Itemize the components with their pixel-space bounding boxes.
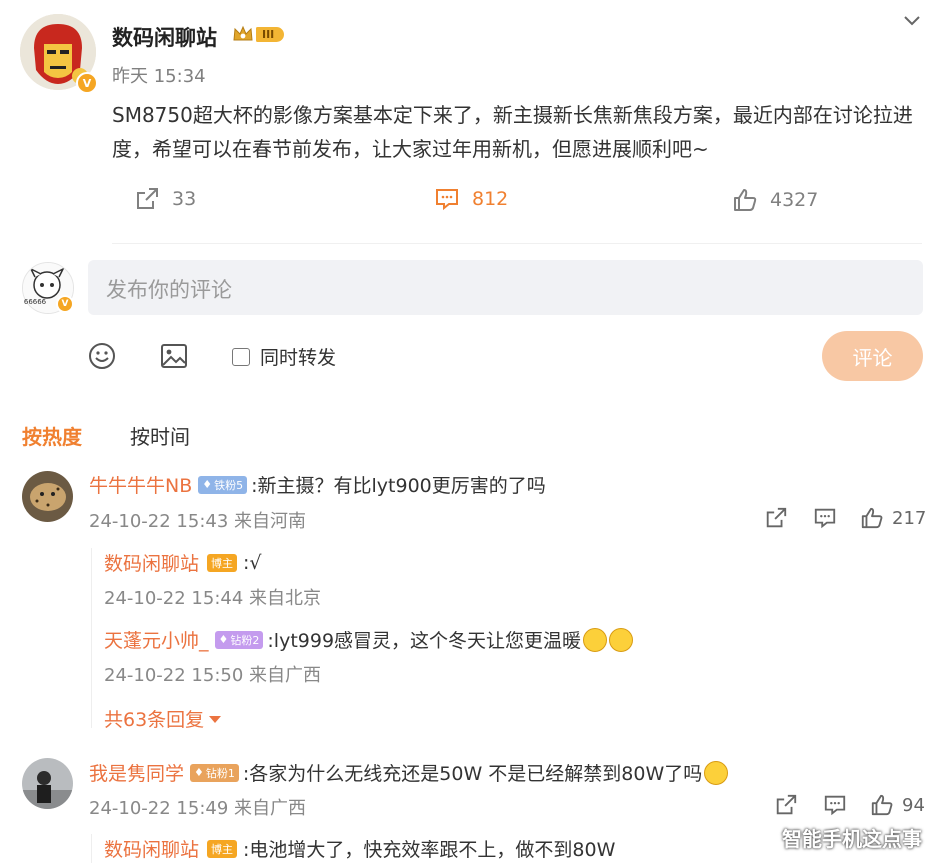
- repost-checkbox[interactable]: [232, 347, 250, 366]
- like-button[interactable]: 4327: [732, 187, 818, 213]
- comment-input[interactable]: 发布你的评论: [88, 260, 923, 315]
- verified-badge: V: [76, 72, 98, 94]
- comment-icon: [436, 189, 458, 211]
- fan-badge[interactable]: ♦ 钻粉1: [190, 763, 239, 782]
- host-badge: 博主: [207, 553, 238, 572]
- reply: 数码闲聊站 博主 :电池增大了，快充效率跟不上，做不到80W: [104, 835, 615, 862]
- reply-meta: 24-10-22 15:50 来自广西: [104, 665, 322, 686]
- more-replies-label: 共63条回复: [104, 709, 205, 731]
- reply-thread-line: [91, 548, 92, 728]
- comment-like-button[interactable]: 94: [870, 793, 925, 817]
- reply-text: :lyt999感冒灵，这个冬天让您更温暖: [267, 630, 582, 652]
- reply-meta: 24-10-22 15:44 来自北京: [104, 588, 322, 609]
- reply-text: :电池增大了，快充效率跟不上，做不到80W: [243, 839, 616, 861]
- reply: 天蓬元小帅_ ♦ 钻粉2 :lyt999感冒灵，这个冬天让您更温暖: [104, 626, 634, 653]
- comment-button[interactable]: 812: [434, 186, 508, 212]
- repost-toggle[interactable]: 同时转发: [232, 343, 336, 370]
- comment-reply-button[interactable]: [813, 506, 837, 534]
- reply: 数码闲聊站 博主 :√: [104, 549, 262, 576]
- emoji-icon: [89, 343, 115, 369]
- comment-icon: [824, 795, 846, 816]
- comment-repost-button[interactable]: [764, 506, 788, 534]
- repost-icon: [137, 188, 158, 209]
- comment-icon: [814, 508, 836, 529]
- post-time[interactable]: 昨天 15:34: [112, 62, 206, 88]
- reply-thread-line: [91, 834, 92, 863]
- host-badge: 博主: [207, 839, 238, 858]
- emoji-hug-icon: [583, 627, 608, 652]
- comment-text: :各家为什么无线充还是50W 不是已经解禁到80W了吗: [242, 763, 703, 785]
- post-text: SM8750超大杯的影像方案基本定下来了，新主摄新长焦新焦段方案，最近内部在讨论…: [112, 103, 913, 161]
- emoji-hug-icon: [609, 627, 634, 652]
- commenter-avatar[interactable]: [22, 758, 73, 809]
- chevron-down-icon: [904, 16, 920, 26]
- crown-icon: [233, 25, 253, 41]
- image-upload-button[interactable]: [159, 341, 189, 375]
- comment-count: 812: [472, 188, 509, 210]
- comment-placeholder: 发布你的评论: [106, 278, 232, 302]
- comment-username[interactable]: 我是隽同学: [89, 759, 184, 786]
- image-icon: [161, 344, 187, 368]
- comment-text: :新主摄？有比lyt900更厉害的了吗: [251, 475, 546, 497]
- member-level-badge[interactable]: III: [232, 24, 285, 44]
- comment-username[interactable]: 牛牛牛牛NB: [89, 471, 192, 498]
- comment-meta: 24-10-22 15:49 来自广西: [89, 798, 307, 819]
- reply-username[interactable]: 数码闲聊站: [104, 835, 199, 862]
- comment-repost-button[interactable]: [774, 793, 798, 821]
- verified-badge: V: [56, 295, 74, 313]
- author-name[interactable]: 数码闲聊站: [112, 22, 217, 52]
- repost-button[interactable]: 33: [134, 186, 196, 212]
- comment-reply-button[interactable]: [823, 793, 847, 821]
- commenter-avatar[interactable]: [22, 471, 73, 522]
- like-icon: [861, 507, 883, 529]
- repost-count: 33: [172, 188, 197, 210]
- repost-icon: [766, 507, 787, 528]
- comment-like-button[interactable]: 217: [860, 506, 926, 530]
- comment-like-count: 94: [902, 794, 925, 816]
- repost-label: 同时转发: [260, 347, 337, 369]
- submit-comment-button[interactable]: 评论: [822, 331, 923, 381]
- reply-text: :√: [243, 551, 262, 574]
- reply-username[interactable]: 数码闲聊站: [104, 549, 199, 576]
- level-label: III: [256, 26, 285, 42]
- comment: 牛牛牛牛NB ♦ 铁粉5 :新主摄？有比lyt900更厉害的了吗: [89, 471, 546, 498]
- like-count: 4327: [770, 189, 819, 211]
- view-more-replies[interactable]: 共63条回复: [104, 705, 222, 732]
- more-options-button[interactable]: [900, 8, 924, 36]
- tab-sort-time[interactable]: 按时间: [130, 421, 190, 450]
- like-icon: [871, 794, 893, 816]
- emoji-doubt-icon: [704, 760, 729, 785]
- tab-sort-hot[interactable]: 按热度: [22, 421, 82, 450]
- comment-meta: 24-10-22 15:43 来自河南: [89, 511, 307, 532]
- emoji-button[interactable]: [87, 341, 117, 375]
- avatar-caption: 66666: [23, 298, 47, 306]
- caret-down-icon: [209, 715, 222, 723]
- repost-icon: [776, 794, 797, 815]
- divider: [112, 243, 922, 244]
- comment: 我是隽同学 ♦ 钻粉1 :各家为什么无线充还是50W 不是已经解禁到80W了吗: [89, 759, 729, 786]
- comment-like-count: 217: [892, 507, 927, 529]
- fan-badge[interactable]: ♦ 钻粉2: [214, 630, 264, 649]
- like-icon: [734, 189, 757, 211]
- reply-username[interactable]: 天蓬元小帅_: [104, 626, 209, 653]
- fan-badge[interactable]: ♦ 铁粉5: [198, 475, 248, 494]
- watermark: 智能手机这点事: [782, 827, 922, 851]
